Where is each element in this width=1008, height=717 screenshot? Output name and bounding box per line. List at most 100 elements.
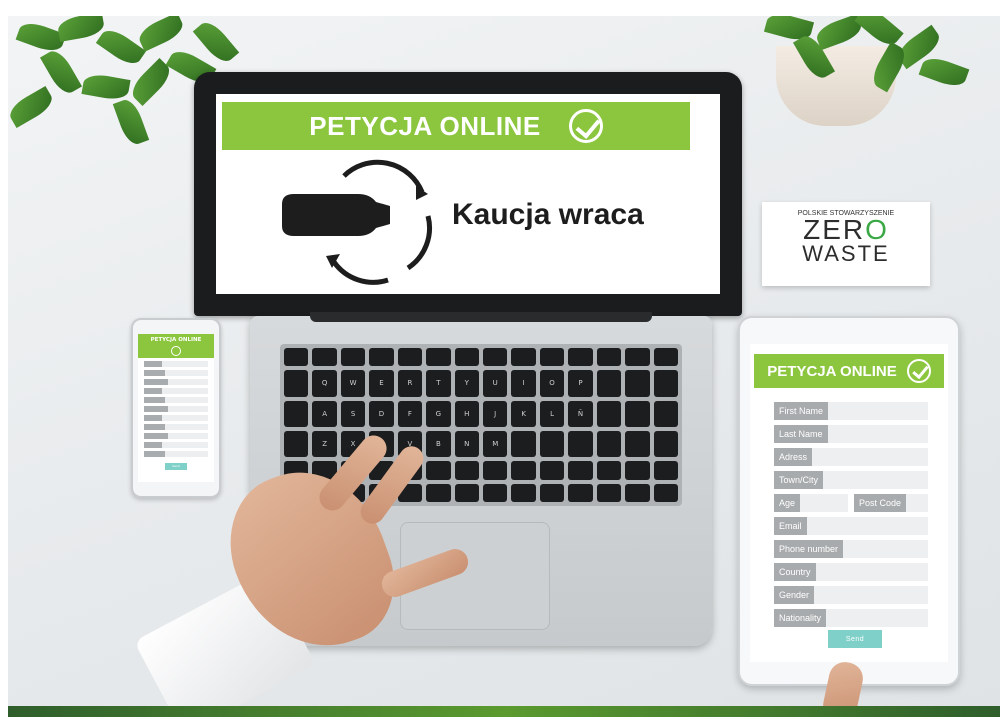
keyboard-key[interactable] <box>568 348 593 367</box>
form-input-field[interactable]: Last Name <box>774 425 928 443</box>
phone-form-field[interactable] <box>144 415 208 421</box>
keyboard-key[interactable] <box>568 483 593 502</box>
keyboard-key[interactable] <box>284 370 309 397</box>
phone-form-field[interactable] <box>144 424 208 430</box>
keyboard-key[interactable] <box>483 483 508 502</box>
keyboard-key[interactable] <box>653 370 678 397</box>
phone-form-field[interactable] <box>144 451 208 457</box>
keyboard-key[interactable] <box>539 483 565 502</box>
form-input-field[interactable]: Post Code <box>854 494 928 512</box>
keyboard-key[interactable] <box>369 348 394 367</box>
keyboard-key[interactable] <box>539 430 565 458</box>
keyboard-key[interactable] <box>596 483 622 502</box>
keyboard-key[interactable]: U <box>483 370 508 397</box>
phone-form-field[interactable] <box>144 433 208 439</box>
form-input-field[interactable]: Phone number <box>774 540 928 558</box>
keyboard-key[interactable] <box>426 461 451 480</box>
keyboard-key[interactable]: Y <box>454 370 479 397</box>
keyboard-key[interactable] <box>653 400 678 427</box>
keyboard-key[interactable] <box>625 348 650 367</box>
phone-form-field[interactable] <box>144 406 208 412</box>
phone-field-label <box>144 406 168 412</box>
keyboard-key[interactable] <box>284 348 309 367</box>
keyboard-key[interactable] <box>653 461 678 480</box>
phone-form-field[interactable] <box>144 361 208 367</box>
phone-send-button[interactable]: Send <box>165 463 187 470</box>
phone-form-field[interactable] <box>144 370 208 376</box>
keyboard-key[interactable] <box>568 430 593 458</box>
form-input-field[interactable]: Gender <box>774 586 928 604</box>
keyboard-key[interactable] <box>596 400 622 427</box>
phone-screen: PETYCJA ONLINE Send <box>138 334 214 482</box>
keyboard-key[interactable]: O <box>539 370 565 397</box>
phone-form-field[interactable] <box>144 442 208 448</box>
form-input-field[interactable]: Town/City <box>774 471 928 489</box>
keyboard-key[interactable]: P <box>568 370 593 397</box>
keyboard-key[interactable]: H <box>454 400 479 427</box>
phone-field-label <box>144 424 165 430</box>
form-input-field[interactable]: Nationality <box>774 609 928 627</box>
keyboard-key[interactable]: B <box>426 430 451 458</box>
keyboard-key[interactable] <box>511 348 536 367</box>
keyboard-key[interactable] <box>426 483 451 502</box>
keyboard-key[interactable]: F <box>397 400 423 427</box>
keyboard-key[interactable] <box>653 483 678 502</box>
keyboard-key[interactable] <box>340 348 366 367</box>
keyboard-key[interactable] <box>454 483 479 502</box>
keyboard-key[interactable] <box>625 483 650 502</box>
keyboard-key[interactable] <box>511 461 536 480</box>
keyboard-key[interactable] <box>625 461 650 480</box>
keyboard-key[interactable] <box>625 370 650 397</box>
keyboard-key[interactable] <box>596 370 622 397</box>
keyboard-key[interactable]: K <box>511 400 536 427</box>
keyboard-key[interactable]: L <box>539 400 565 427</box>
keyboard-key[interactable]: S <box>340 400 366 427</box>
keyboard-key[interactable]: T <box>426 370 451 397</box>
keyboard-key[interactable] <box>483 348 508 367</box>
keyboard-key[interactable]: J <box>483 400 508 427</box>
form-input-field[interactable]: Age <box>774 494 848 512</box>
keyboard-key[interactable] <box>397 348 423 367</box>
keyboard-key[interactable]: G <box>426 400 451 427</box>
keyboard-key[interactable]: I <box>511 370 536 397</box>
form-input-field[interactable]: Email <box>774 517 928 535</box>
keyboard-key[interactable]: E <box>369 370 394 397</box>
form-input-field[interactable]: Adress <box>774 448 928 466</box>
keyboard-key[interactable] <box>312 348 337 367</box>
keyboard-key[interactable] <box>483 461 508 480</box>
keyboard-key[interactable] <box>625 430 650 458</box>
phone-form-field[interactable] <box>144 397 208 403</box>
keyboard-key[interactable] <box>454 348 479 367</box>
tablet: PETYCJA ONLINE First Name Last Name Adress… <box>738 316 960 686</box>
keyboard-key[interactable] <box>284 430 309 458</box>
keyboard-key[interactable] <box>596 348 622 367</box>
keyboard-key[interactable]: N <box>454 430 479 458</box>
keyboard-key[interactable] <box>596 430 622 458</box>
form-input-field[interactable]: First Name <box>774 402 928 420</box>
keyboard-key[interactable] <box>568 461 593 480</box>
tablet-send-button[interactable]: Send <box>828 630 882 648</box>
keyboard-key[interactable] <box>539 461 565 480</box>
keyboard-key[interactable]: Ñ <box>568 400 593 427</box>
form-input-field[interactable]: Country <box>774 563 928 581</box>
keyboard-key[interactable] <box>284 400 309 427</box>
keyboard-key[interactable] <box>625 400 650 427</box>
keyboard-key[interactable]: Z <box>312 430 337 458</box>
keyboard-key[interactable] <box>653 430 678 458</box>
keyboard-key[interactable] <box>426 348 451 367</box>
phone-form-field[interactable] <box>144 388 208 394</box>
keyboard-key[interactable]: Q <box>312 370 337 397</box>
keyboard-key[interactable]: W <box>340 370 366 397</box>
keyboard-key[interactable]: A <box>312 400 337 427</box>
keyboard-key[interactable] <box>511 483 536 502</box>
phone-field-label <box>144 442 162 448</box>
keyboard-key[interactable]: R <box>397 370 423 397</box>
keyboard-key[interactable] <box>511 430 536 458</box>
keyboard-key[interactable] <box>596 461 622 480</box>
keyboard-key[interactable]: D <box>369 400 394 427</box>
keyboard-key[interactable] <box>653 348 678 367</box>
phone-form-field[interactable] <box>144 379 208 385</box>
keyboard-key[interactable] <box>454 461 479 480</box>
keyboard-key[interactable]: M <box>483 430 508 458</box>
keyboard-key[interactable] <box>539 348 565 367</box>
